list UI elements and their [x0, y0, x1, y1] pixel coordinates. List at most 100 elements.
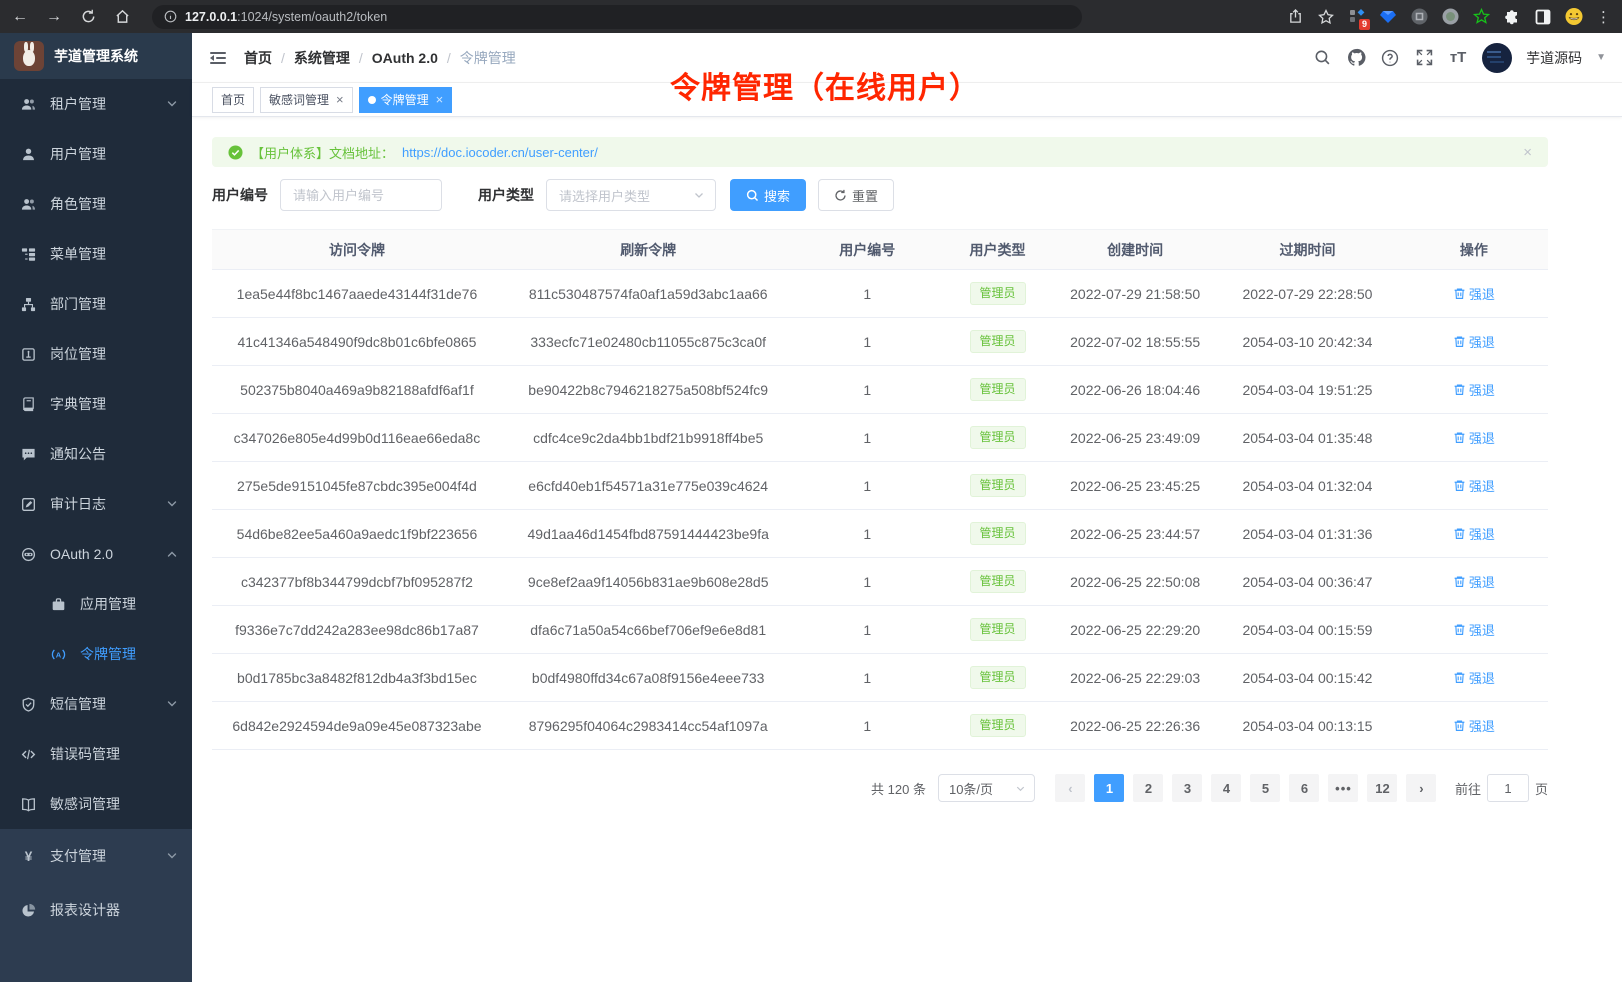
record-extension-icon[interactable] — [1441, 8, 1459, 26]
puzzle-extension-icon[interactable] — [1503, 8, 1521, 26]
sidebar-item-log[interactable]: 审计日志 — [0, 479, 192, 529]
green-star-extension-icon[interactable] — [1472, 8, 1490, 26]
alert-close-icon[interactable]: × — [1523, 144, 1532, 161]
next-page-button[interactable]: › — [1406, 774, 1436, 802]
sidebar-item-tenant[interactable]: 租户管理 — [0, 79, 192, 129]
user-id-cell: 1 — [794, 558, 940, 606]
user-id-input[interactable] — [280, 179, 442, 211]
user-type-badge: 管理员 — [970, 570, 1026, 593]
robot-icon — [20, 546, 36, 562]
breadcrumb: 首页/系统管理/OAuth 2.0/令牌管理 — [244, 48, 516, 68]
page-button-12[interactable]: 12 — [1367, 774, 1397, 802]
select-chevron-icon — [1015, 783, 1026, 794]
page-button-5[interactable]: 5 — [1250, 774, 1280, 802]
force-logout-button[interactable]: 强退 — [1453, 332, 1495, 351]
search-icon[interactable] — [1312, 48, 1332, 68]
browser-reload-icon[interactable] — [78, 9, 98, 24]
page-size-select[interactable]: 10条/页 — [938, 774, 1035, 802]
page-button-3[interactable]: 3 — [1172, 774, 1202, 802]
search-button[interactable]: 搜索 — [730, 179, 806, 211]
user-avatar[interactable] — [1482, 43, 1512, 73]
org-chart-icon — [20, 296, 36, 312]
reset-button[interactable]: 重置 — [818, 179, 894, 211]
shield-check-icon — [20, 696, 36, 712]
help-icon[interactable] — [1380, 48, 1400, 68]
jump-page-input[interactable] — [1487, 774, 1529, 802]
sidebar-item-oauth[interactable]: OAuth 2.0 — [0, 529, 192, 579]
force-logout-button[interactable]: 强退 — [1453, 428, 1495, 447]
user-name[interactable]: 芋道源码 — [1526, 48, 1582, 68]
chevron-down-icon[interactable]: ▼ — [1596, 52, 1606, 63]
force-logout-button[interactable]: 强退 — [1453, 668, 1495, 687]
sidebar-item-sms[interactable]: 短信管理 — [0, 679, 192, 729]
emoji-avatar[interactable] — [1565, 8, 1583, 26]
breadcrumb-item[interactable]: 首页 — [244, 48, 272, 68]
sidebar-item-user[interactable]: 用户管理 — [0, 129, 192, 179]
sidebar-item-report[interactable]: 报表设计器 — [0, 883, 192, 937]
pager-more-button[interactable]: ••• — [1328, 774, 1358, 802]
close-tab-icon[interactable]: × — [336, 93, 344, 106]
sidebar-item-errcode[interactable]: 错误码管理 — [0, 729, 192, 779]
success-check-icon — [228, 145, 243, 160]
font-size-icon[interactable]: ᴛT — [1448, 48, 1468, 68]
sidebar-item-role[interactable]: 角色管理 — [0, 179, 192, 229]
force-logout-button[interactable]: 强退 — [1453, 284, 1495, 303]
action-cell: 强退 — [1400, 366, 1548, 414]
sidebar-item-menu[interactable]: 菜单管理 — [0, 229, 192, 279]
url-bar[interactable]: 127.0.0.1:1024/system/oauth2/token — [152, 5, 1082, 29]
breadcrumb-separator: / — [281, 50, 285, 66]
share-icon[interactable] — [1286, 8, 1304, 26]
sidebar-fold-icon[interactable] — [208, 48, 228, 68]
sidebar-item-token[interactable]: A令牌管理 — [0, 629, 192, 679]
browser-home-icon[interactable] — [112, 9, 132, 24]
force-logout-button[interactable]: 强退 — [1453, 524, 1495, 543]
page-button-6[interactable]: 6 — [1289, 774, 1319, 802]
sidebar-item-pay[interactable]: ¥支付管理 — [0, 829, 192, 883]
chevron-down-icon — [166, 698, 178, 710]
sidebar-item-app[interactable]: 应用管理 — [0, 579, 192, 629]
sidebar-item-label: 租户管理 — [50, 94, 106, 114]
doc-link[interactable]: https://doc.iocoder.cn/user-center/ — [402, 145, 598, 160]
force-logout-button[interactable]: 强退 — [1453, 476, 1495, 495]
breadcrumb-item[interactable]: OAuth 2.0 — [372, 50, 438, 66]
breadcrumb-item[interactable]: 系统管理 — [294, 48, 350, 68]
browser-back-icon[interactable]: ← — [10, 8, 30, 26]
action-cell: 强退 — [1400, 318, 1548, 366]
gem-extension-icon[interactable] — [1379, 8, 1397, 26]
page-button-4[interactable]: 4 — [1211, 774, 1241, 802]
sidebar-item-dict[interactable]: 字典管理 — [0, 379, 192, 429]
tab-敏感词管理[interactable]: 敏感词管理 × — [260, 87, 353, 113]
sidebar-item-notice[interactable]: 通知公告 — [0, 429, 192, 479]
app-logo[interactable]: 芋道管理系统 — [0, 33, 192, 79]
sidebar-item-sensitive[interactable]: 敏感词管理 — [0, 779, 192, 829]
access-token-cell: 1ea5e44f8bc1467aaede43144f31de76 — [212, 270, 502, 318]
extension-collection-icon[interactable]: 9 — [1348, 8, 1366, 26]
breadcrumb-item: 令牌管理 — [460, 48, 516, 68]
user-type-select[interactable]: 请选择用户类型 — [546, 179, 716, 211]
create-time-cell: 2022-06-25 22:29:20 — [1055, 606, 1215, 654]
force-logout-button[interactable]: 强退 — [1453, 380, 1495, 399]
tab-令牌管理[interactable]: 令牌管理× — [359, 87, 453, 113]
close-tab-icon[interactable]: × — [436, 93, 444, 106]
browser-menu-icon[interactable]: ⋮ — [1596, 8, 1612, 26]
bookmark-star-icon[interactable] — [1317, 8, 1335, 26]
force-logout-button[interactable]: 强退 — [1453, 620, 1495, 639]
user-type-label: 用户类型 — [478, 185, 534, 205]
force-logout-button[interactable]: 强退 — [1453, 716, 1495, 735]
tab-首页[interactable]: 首页 — [212, 87, 254, 113]
table-row: 275e5de9151045fe87cbdc395e004f4de6cfd40e… — [212, 462, 1548, 510]
fullscreen-icon[interactable] — [1414, 48, 1434, 68]
tab-panel-icon[interactable] — [1534, 8, 1552, 26]
browser-forward-icon[interactable]: → — [44, 8, 64, 26]
prev-page-button[interactable]: ‹ — [1055, 774, 1085, 802]
site-info-icon[interactable] — [164, 10, 177, 23]
force-logout-button[interactable]: 强退 — [1453, 572, 1495, 591]
page-button-2[interactable]: 2 — [1133, 774, 1163, 802]
page-button-1[interactable]: 1 — [1094, 774, 1124, 802]
user-type-cell: 管理员 — [940, 462, 1055, 510]
sidebar-item-dept[interactable]: 部门管理 — [0, 279, 192, 329]
github-icon[interactable] — [1346, 48, 1366, 68]
command-extension-icon[interactable] — [1410, 8, 1428, 26]
tab-label: 敏感词管理 — [269, 91, 329, 108]
sidebar-item-post[interactable]: 岗位管理 — [0, 329, 192, 379]
